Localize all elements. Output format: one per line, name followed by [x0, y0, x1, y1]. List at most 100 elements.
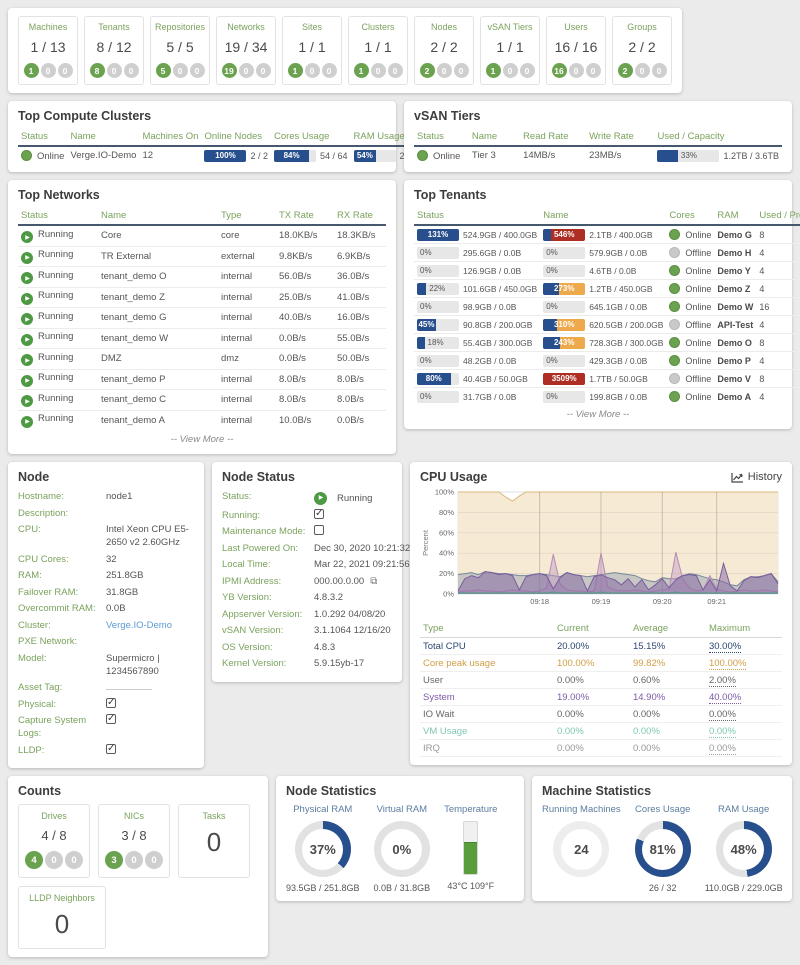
count-badge[interactable]: 0 — [454, 63, 469, 78]
field-value: 5.9.15yb-17 — [314, 657, 364, 670]
count-badge[interactable]: 16 — [552, 63, 567, 78]
stat-card-groups[interactable]: Groups2 / 2200 — [612, 16, 672, 85]
table-row[interactable]: 0%295.6GB / 0.0B0%579.9GB / 0.0BOfflineD… — [414, 244, 800, 262]
count-badge[interactable]: 4 — [25, 851, 43, 869]
table-row[interactable]: 45%90.8GB / 200.0GB310%620.5GB / 200.0GB… — [414, 316, 800, 334]
count-badge[interactable]: 1 — [24, 63, 39, 78]
table-row[interactable]: 18%55.4GB / 300.0GB243%728.3GB / 300.0GB… — [414, 334, 800, 352]
count-badge[interactable]: 0 — [41, 63, 56, 78]
count-badge[interactable]: 0 — [124, 63, 139, 78]
count-badge[interactable]: 5 — [156, 63, 171, 78]
table-row[interactable]: IO Wait0.00%0.00%0.00% — [420, 706, 782, 723]
count-badge[interactable]: 1 — [354, 63, 369, 78]
count-badge[interactable]: 0 — [190, 63, 205, 78]
checkbox-checked[interactable] — [106, 744, 116, 754]
table-row[interactable]: User0.00%0.60%2.00% — [420, 672, 782, 689]
table-row[interactable]: ▶Runningtenant_demo Cinternal8.0B/s8.0B/… — [18, 390, 386, 411]
stat-type: Core peak usage — [420, 655, 554, 672]
count-badge[interactable]: 0 — [503, 63, 518, 78]
stat-card-networks[interactable]: Networks19 / 341900 — [216, 16, 276, 85]
table-row[interactable]: ▶RunningCorecore18.0KB/s18.3KB/s — [18, 225, 386, 246]
table-row[interactable]: ▶Runningtenant_demo Zinternal25.0B/s41.0… — [18, 287, 386, 308]
count-badge[interactable]: 2 — [420, 63, 435, 78]
table-row[interactable]: 0%126.9GB / 0.0B0%4.6TB / 0.0BOnlineDemo… — [414, 262, 800, 280]
count-badge[interactable]: 0 — [305, 63, 320, 78]
count-badge[interactable]: 0 — [322, 63, 337, 78]
count-badge[interactable]: 0 — [371, 63, 386, 78]
field-link[interactable]: Verge.IO-Demo — [106, 620, 172, 631]
table-row[interactable]: ▶RunningDMZdmz0.0B/s50.0B/s — [18, 349, 386, 370]
count-badge[interactable]: 0 — [145, 851, 163, 869]
count-badge[interactable]: 0 — [652, 63, 667, 78]
count-badge[interactable]: 0 — [635, 63, 650, 78]
rx-rate: 50.0B/s — [334, 349, 386, 370]
table-row[interactable]: Total CPU20.00%15.15%30.00% — [420, 638, 782, 655]
checkbox-unchecked[interactable] — [314, 525, 324, 535]
stat-card-sites[interactable]: Sites1 / 1100 — [282, 16, 342, 85]
table-row[interactable]: ▶Runningtenant_demo Ainternal10.0B/s0.0B… — [18, 410, 386, 430]
stat-card-tenants[interactable]: Tenants8 / 12800 — [84, 16, 144, 85]
count-badge[interactable]: 0 — [586, 63, 601, 78]
checkbox-checked[interactable] — [106, 714, 116, 724]
count-card-tasks[interactable]: Tasks0 — [178, 804, 250, 878]
stat-card-vsan-tiers[interactable]: vSAN Tiers1 / 1100 — [480, 16, 540, 85]
table-row[interactable]: System19.00%14.90%40.00% — [420, 689, 782, 706]
stat-card-nodes[interactable]: Nodes2 / 2200 — [414, 16, 474, 85]
count-badge[interactable]: 0 — [569, 63, 584, 78]
stat-label: Repositories — [153, 22, 207, 32]
table-row[interactable]: IRQ0.00%0.00%0.00% — [420, 740, 782, 757]
count-badge[interactable]: 0 — [239, 63, 254, 78]
count-badge[interactable]: 0 — [45, 851, 63, 869]
count-badge[interactable]: 0 — [65, 851, 83, 869]
checkbox-checked[interactable] — [314, 509, 324, 519]
table-row[interactable]: 0%31.7GB / 0.0B0%199.8GB / 0.0BOnlineDem… — [414, 388, 800, 406]
field-label: Asset Tag: — [18, 681, 106, 694]
count-card-drives[interactable]: Drives4 / 8400 — [18, 804, 90, 878]
count-badge[interactable]: 3 — [105, 851, 123, 869]
count-card-nics[interactable]: NICs3 / 8300 — [98, 804, 170, 878]
stat-maximum: 0.00% — [706, 740, 782, 757]
count-badge[interactable]: 0 — [520, 63, 535, 78]
count-badge[interactable]: 1 — [288, 63, 303, 78]
count-badge[interactable]: 0 — [437, 63, 452, 78]
copy-icon[interactable]: ⧉ — [370, 576, 377, 587]
count-card-lldp-neighbors[interactable]: LLDP Neighbors0 — [18, 886, 106, 949]
bar-label: 45% — [417, 319, 436, 331]
stat-card-clusters[interactable]: Clusters1 / 1100 — [348, 16, 408, 85]
table-row[interactable]: ▶RunningTR Externalexternal9.8KB/s6.9KB/… — [18, 246, 386, 267]
stat-card-repositories[interactable]: Repositories5 / 5500 — [150, 16, 210, 85]
stat-value: 1 / 1 — [285, 39, 339, 55]
table-row[interactable]: 0%48.2GB / 0.0B0%429.3GB / 0.0BOnlineDem… — [414, 352, 800, 370]
bar-cell: 0%31.7GB / 0.0B — [417, 391, 537, 403]
history-button[interactable]: History — [731, 471, 782, 483]
stat-card-users[interactable]: Users16 / 161600 — [546, 16, 606, 85]
table-row[interactable]: 0%98.9GB / 0.0B0%645.1GB / 0.0BOnlineDem… — [414, 298, 800, 316]
count-badge[interactable]: 0 — [388, 63, 403, 78]
panel-title: CPU Usage — [420, 470, 487, 484]
table-row[interactable]: ▶Runningtenant_demo Winternal0.0B/s55.0B… — [18, 328, 386, 349]
table-row[interactable]: ▶Runningtenant_demo Pinternal8.0B/s8.0B/… — [18, 369, 386, 390]
count-badge[interactable]: 2 — [618, 63, 633, 78]
count-badge[interactable]: 0 — [107, 63, 122, 78]
count-badge[interactable]: 0 — [173, 63, 188, 78]
view-more-link[interactable]: -- View More -- — [414, 405, 782, 421]
stat-card-machines[interactable]: Machines1 / 13100 — [18, 16, 78, 85]
table-row[interactable]: 80%40.4GB / 50.0GB3509%1.7TB / 50.0GBOff… — [414, 370, 800, 388]
count-badge[interactable]: 0 — [256, 63, 271, 78]
usage-bar: 80% — [417, 373, 459, 385]
table-row[interactable]: ▶Runningtenant_demo Ointernal56.0B/s36.0… — [18, 267, 386, 288]
table-row[interactable]: ▶Runningtenant_demo Ginternal40.0B/s16.0… — [18, 308, 386, 329]
count-badge[interactable]: 0 — [125, 851, 143, 869]
table-row[interactable]: 131%524.9GB / 400.0GB546%2.1TB / 400.0GB… — [414, 225, 800, 244]
stat-maximum: 0.00% — [706, 706, 782, 723]
table-row[interactable]: 22%101.6GB / 450.0GB273%1.2TB / 450.0GBO… — [414, 280, 800, 298]
count-badge[interactable]: 19 — [222, 63, 237, 78]
count-badge[interactable]: 1 — [486, 63, 501, 78]
checkbox-checked[interactable] — [106, 698, 116, 708]
table-row[interactable]: Online Tier 3 14MB/s 23MB/s 33%1.2TB / 3… — [414, 146, 782, 164]
count-badge[interactable]: 0 — [58, 63, 73, 78]
view-more-link[interactable]: -- View More -- — [18, 430, 386, 446]
table-row[interactable]: Core peak usage100.00%99.82%100.00% — [420, 655, 782, 672]
count-badge[interactable]: 8 — [90, 63, 105, 78]
table-row[interactable]: VM Usage0.00%0.00%0.00% — [420, 723, 782, 740]
